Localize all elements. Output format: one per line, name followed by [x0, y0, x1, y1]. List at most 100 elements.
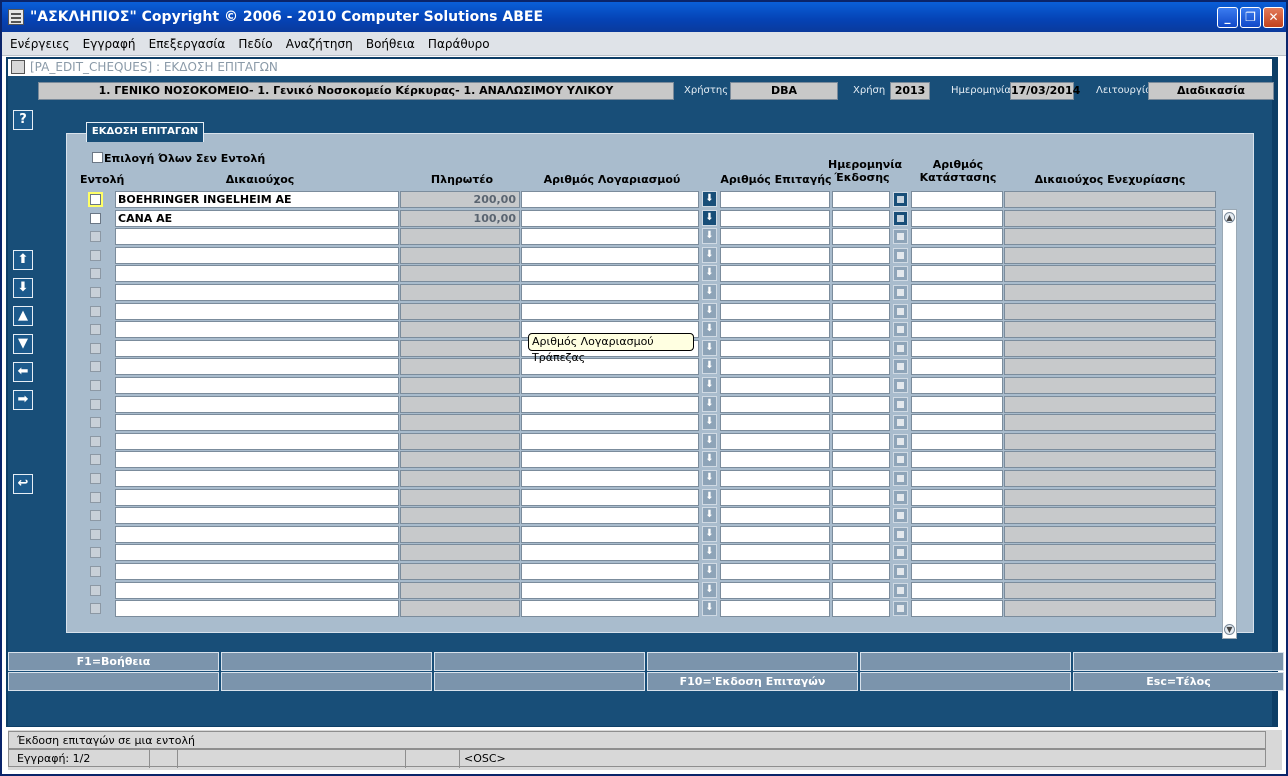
- katastasi-field[interactable]: [911, 247, 1003, 264]
- logariasmos-field[interactable]: [521, 210, 699, 227]
- entoli-checkbox[interactable]: [90, 547, 101, 558]
- calendar-icon[interactable]: [893, 434, 908, 449]
- entoli-checkbox[interactable]: [90, 268, 101, 279]
- epitagi-field[interactable]: [720, 507, 830, 524]
- fkey-row1-key-5[interactable]: [1073, 652, 1284, 671]
- dikaiouxos-field[interactable]: [115, 247, 399, 264]
- dikaiouxos-field[interactable]: [115, 526, 399, 543]
- imerominia-field[interactable]: [832, 303, 890, 320]
- calendar-icon[interactable]: [893, 266, 908, 281]
- epitagi-field[interactable]: [720, 265, 830, 282]
- menu-voitheia[interactable]: Βοήθεια: [358, 32, 415, 56]
- dikaiouxos-field[interactable]: [115, 303, 399, 320]
- entoli-checkbox[interactable]: [90, 287, 101, 298]
- minimize-button[interactable]: _: [1217, 7, 1238, 28]
- dikaiouxos-field[interactable]: [115, 433, 399, 450]
- imerominia-field[interactable]: [832, 265, 890, 282]
- account-lov-icon[interactable]: ⬇: [702, 507, 717, 523]
- fkey-row2-key-2[interactable]: [434, 672, 645, 691]
- dikaiouxos-field[interactable]: [115, 321, 399, 338]
- close-button[interactable]: ✕: [1263, 7, 1284, 28]
- logariasmos-field[interactable]: [521, 303, 699, 320]
- katastasi-field[interactable]: [911, 377, 1003, 394]
- fkey-row1-key-1[interactable]: [221, 652, 432, 671]
- dikaiouxos-field[interactable]: [115, 228, 399, 245]
- fkey-row2-key-1[interactable]: [221, 672, 432, 691]
- menu-parathyro[interactable]: Παράθυρο: [420, 32, 490, 56]
- undo-button[interactable]: ↩: [13, 474, 33, 494]
- account-lov-icon[interactable]: ⬇: [702, 451, 717, 467]
- calendar-icon[interactable]: [893, 359, 908, 374]
- epitagi-field[interactable]: [720, 191, 830, 208]
- epitagi-field[interactable]: [720, 489, 830, 506]
- account-lov-icon[interactable]: ⬇: [702, 247, 717, 263]
- logariasmos-field[interactable]: [521, 544, 699, 561]
- logariasmos-field[interactable]: [521, 396, 699, 413]
- dikaiouxos-field[interactable]: [115, 489, 399, 506]
- calendar-icon[interactable]: [893, 564, 908, 579]
- epitagi-field[interactable]: [720, 377, 830, 394]
- fkey-row1-key-3[interactable]: [647, 652, 858, 671]
- katastasi-field[interactable]: [911, 433, 1003, 450]
- katastasi-field[interactable]: [911, 284, 1003, 301]
- epitagi-field[interactable]: [720, 321, 830, 338]
- calendar-icon[interactable]: [893, 211, 908, 226]
- katastasi-field[interactable]: [911, 265, 1003, 282]
- katastasi-field[interactable]: [911, 191, 1003, 208]
- imerominia-field[interactable]: [832, 582, 890, 599]
- epitagi-field[interactable]: [720, 544, 830, 561]
- imerominia-field[interactable]: [832, 247, 890, 264]
- dikaiouxos-field[interactable]: [115, 582, 399, 599]
- last-record-button[interactable]: ⬇: [13, 278, 33, 298]
- imerominia-field[interactable]: [832, 451, 890, 468]
- fkey-row1-key-2[interactable]: [434, 652, 645, 671]
- dikaiouxos-field[interactable]: [115, 507, 399, 524]
- scroll-up-icon[interactable]: ▲: [1224, 212, 1235, 223]
- entoli-checkbox[interactable]: [90, 585, 101, 596]
- account-lov-icon[interactable]: ⬇: [702, 340, 717, 356]
- entoli-checkbox[interactable]: [90, 473, 101, 484]
- dikaiouxos-field[interactable]: [115, 265, 399, 282]
- dikaiouxos-field[interactable]: [115, 470, 399, 487]
- fkey-row2-key-0[interactable]: [8, 672, 219, 691]
- imerominia-field[interactable]: [832, 414, 890, 431]
- entoli-checkbox[interactable]: [90, 194, 101, 205]
- epitagi-field[interactable]: [720, 358, 830, 375]
- logariasmos-field[interactable]: [521, 433, 699, 450]
- scroll-down-icon[interactable]: ▼: [1224, 624, 1235, 635]
- katastasi-field[interactable]: [911, 582, 1003, 599]
- entoli-checkbox[interactable]: [90, 566, 101, 577]
- entoli-checkbox[interactable]: [90, 250, 101, 261]
- menu-eggrafi[interactable]: Εγγραφή: [75, 32, 136, 56]
- logariasmos-field[interactable]: [521, 451, 699, 468]
- account-lov-icon[interactable]: ⬇: [702, 377, 717, 393]
- entoli-checkbox[interactable]: [90, 324, 101, 335]
- katastasi-field[interactable]: [911, 507, 1003, 524]
- epitagi-field[interactable]: [720, 414, 830, 431]
- calendar-icon[interactable]: [893, 527, 908, 542]
- calendar-icon[interactable]: [893, 304, 908, 319]
- epitagi-field[interactable]: [720, 433, 830, 450]
- epitagi-field[interactable]: [720, 284, 830, 301]
- imerominia-field[interactable]: [832, 433, 890, 450]
- logariasmos-field[interactable]: [521, 470, 699, 487]
- epitagi-field[interactable]: [720, 563, 830, 580]
- fkey-row1-key-0[interactable]: F1=Βοήθεια: [8, 652, 219, 671]
- account-lov-icon[interactable]: ⬇: [702, 600, 717, 616]
- calendar-icon[interactable]: [893, 341, 908, 356]
- katastasi-field[interactable]: [911, 544, 1003, 561]
- imerominia-field[interactable]: [832, 321, 890, 338]
- account-lov-icon[interactable]: ⬇: [702, 563, 717, 579]
- epitagi-field[interactable]: [720, 470, 830, 487]
- logariasmos-field[interactable]: [521, 507, 699, 524]
- calendar-icon[interactable]: [893, 471, 908, 486]
- account-lov-icon[interactable]: ⬇: [702, 470, 717, 486]
- account-lov-icon[interactable]: ⬇: [702, 582, 717, 598]
- katastasi-field[interactable]: [911, 303, 1003, 320]
- imerominia-field[interactable]: [832, 377, 890, 394]
- calendar-icon[interactable]: [893, 490, 908, 505]
- logariasmos-field[interactable]: [521, 228, 699, 245]
- next-record-button[interactable]: ▼: [13, 334, 33, 354]
- imerominia-field[interactable]: [832, 191, 890, 208]
- epitagi-field[interactable]: [720, 303, 830, 320]
